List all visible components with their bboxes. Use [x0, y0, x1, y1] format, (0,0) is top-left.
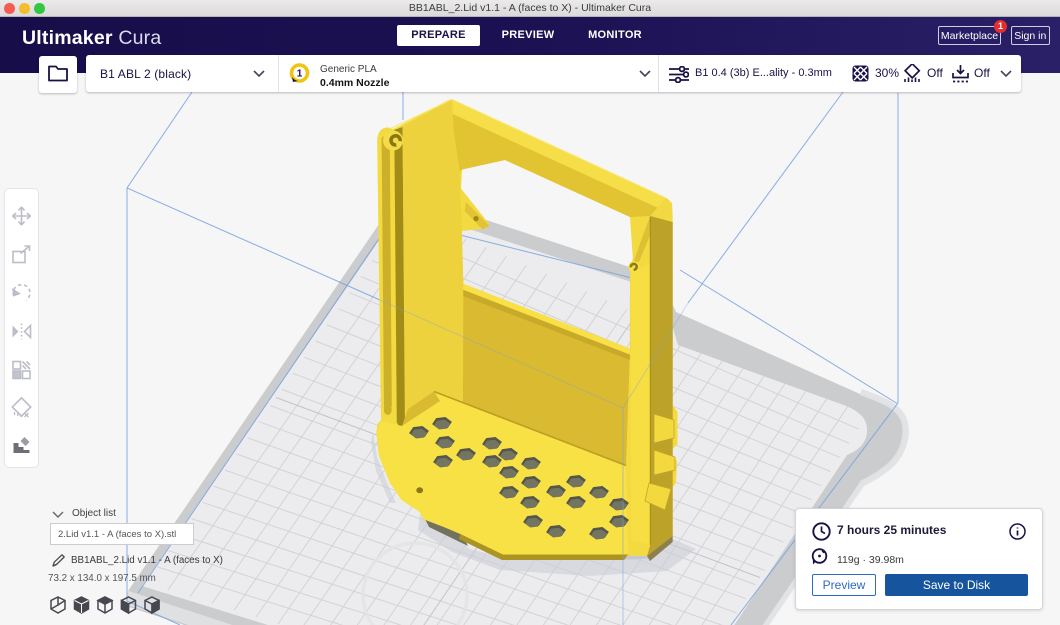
svg-text:1: 1 [297, 69, 303, 80]
